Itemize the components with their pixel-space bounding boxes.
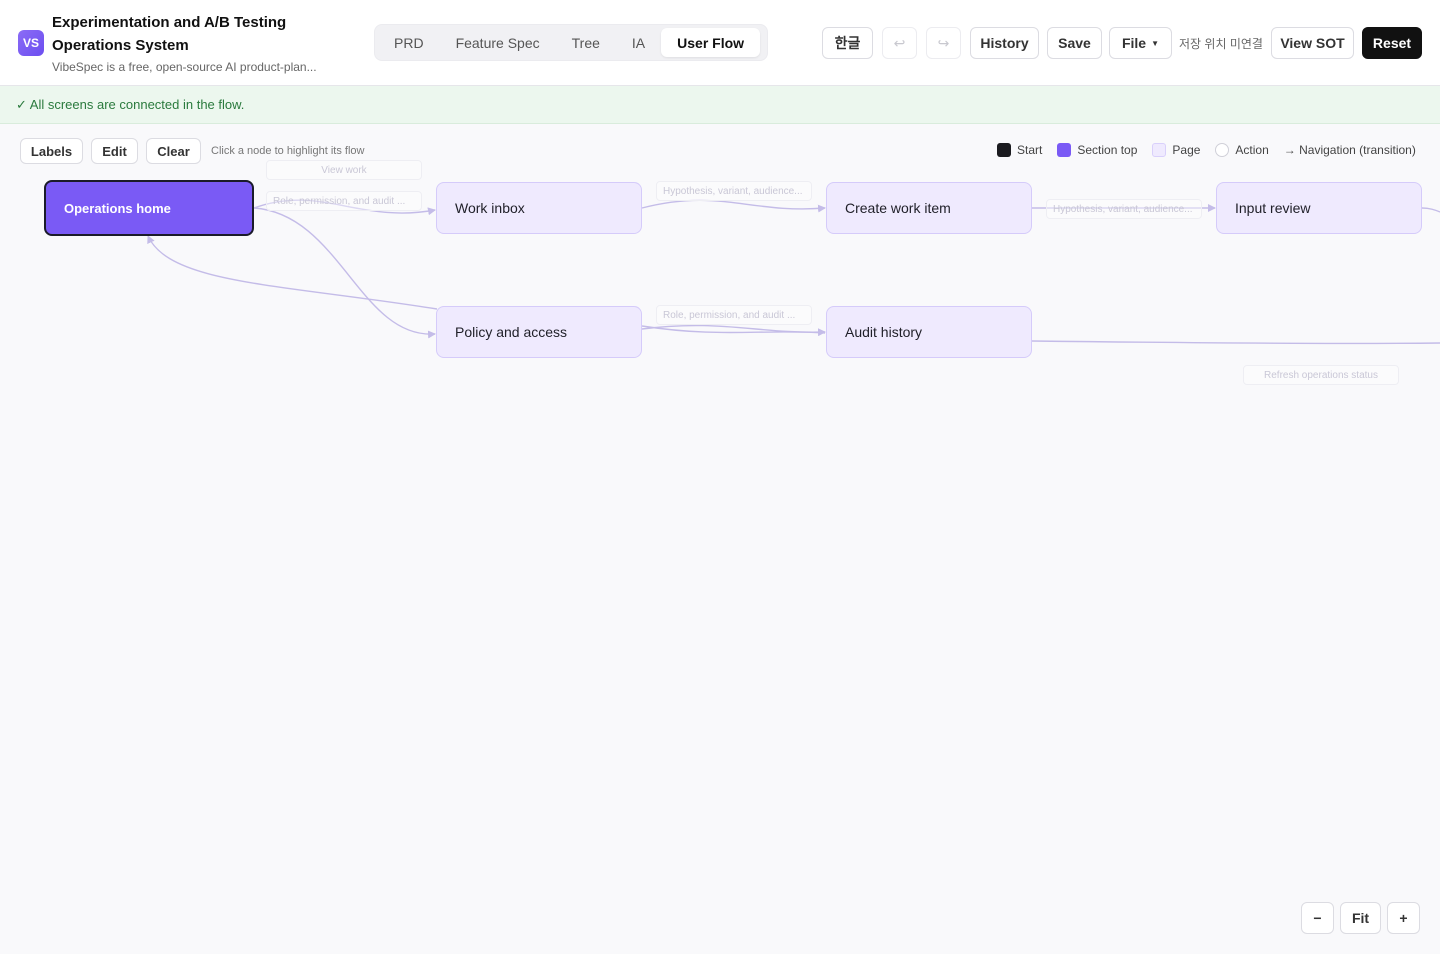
edge-audit-to-next [1031,340,1440,345]
save-button[interactable]: Save [1047,27,1102,59]
flow-legend: Start Section top Page Action → Navigati… [997,143,1416,157]
section-top-swatch [1057,143,1072,157]
node-create-work-item[interactable]: Create work item [826,182,1032,234]
legend-section-top: Section top [1057,143,1137,157]
tab-feature-spec[interactable]: Feature Spec [440,28,556,57]
edge-label-role-permission: Role, permission, and audit ... [266,191,422,211]
language-button[interactable]: 한글 [822,27,873,59]
edge-label-role-permission: Role, permission, and audit ... [656,305,812,325]
tab-ia[interactable]: IA [616,28,661,57]
history-button[interactable]: History [970,27,1039,59]
legend-navigation-label: → Navigation (transition) [1283,143,1416,157]
edge-label-hypothesis: Hypothesis, variant, audience... [1046,199,1202,219]
edit-button[interactable]: Edit [91,138,138,164]
file-menu-button[interactable]: File ▼ [1109,27,1172,59]
edge-label-hypothesis: Hypothesis, variant, audience... [656,181,812,201]
file-menu-label: File [1121,35,1147,51]
undo-button[interactable]: ↩ [882,27,917,59]
legend-start-label: Start [1017,143,1043,157]
view-tabs: PRD Feature Spec Tree IA User Flow [374,24,768,61]
caret-down-icon: ▼ [1151,38,1160,48]
legend-navigation: → Navigation (transition) [1284,143,1416,157]
canvas-hint: Click a node to highlight its flow [211,145,365,157]
tab-prd[interactable]: PRD [378,28,440,57]
view-sot-button[interactable]: View SOT [1271,27,1354,59]
edge-label-view-work: View work [266,160,422,180]
edge-inbox-to-create [641,199,826,213]
redo-icon: ↪ [937,34,950,51]
clear-button[interactable]: Clear [146,138,201,164]
page-swatch [1152,143,1167,157]
flow-edges [147,199,1440,345]
labels-toggle-button[interactable]: Labels [20,138,83,164]
edge-label-refresh-status: Refresh operations status [1243,365,1399,385]
legend-action-label: Action [1235,143,1269,157]
reset-button[interactable]: Reset [1362,27,1422,59]
edge-policy-to-home [147,235,438,310]
legend-start: Start [997,143,1042,157]
zoom-fit-button[interactable]: Fit [1340,902,1381,934]
node-policy-and-access[interactable]: Policy and access [436,306,642,358]
action-swatch [1215,143,1230,157]
tab-user-flow[interactable]: User Flow [661,28,761,57]
node-audit-history[interactable]: Audit history [826,306,1032,358]
legend-page-label: Page [1172,143,1201,157]
legend-page: Page [1152,143,1200,157]
save-location-status: 저장 위치 미연결 [1179,37,1263,51]
flow-status-banner: ✓ All screens are connected in the flow. [0,86,1440,124]
app-logo: VS [18,30,44,56]
zoom-in-button[interactable]: + [1387,902,1420,934]
legend-section-top-label: Section top [1077,143,1138,157]
edge-review-to-next [1421,207,1440,213]
tab-tree[interactable]: Tree [556,28,616,57]
zoom-out-button[interactable]: − [1301,902,1334,934]
edge-home-to-policy [253,207,436,339]
app-title: Experimentation and A/B Testing Operatio… [52,14,287,54]
flow-canvas[interactable]: Labels Edit Clear Click a node to highli… [0,124,1440,954]
app-subtitle: VibeSpec is a free, open-source AI produ… [52,60,317,74]
undo-icon: ↩ [893,34,906,51]
app-header: VS Experimentation and A/B Testing Opera… [0,0,1440,86]
legend-action: Action [1215,143,1269,157]
node-work-inbox[interactable]: Work inbox [436,182,642,234]
node-operations-home[interactable]: Operations home [44,180,254,236]
redo-button[interactable]: ↪ [926,27,961,59]
node-input-review[interactable]: Input review [1216,182,1422,234]
start-swatch [997,143,1011,157]
